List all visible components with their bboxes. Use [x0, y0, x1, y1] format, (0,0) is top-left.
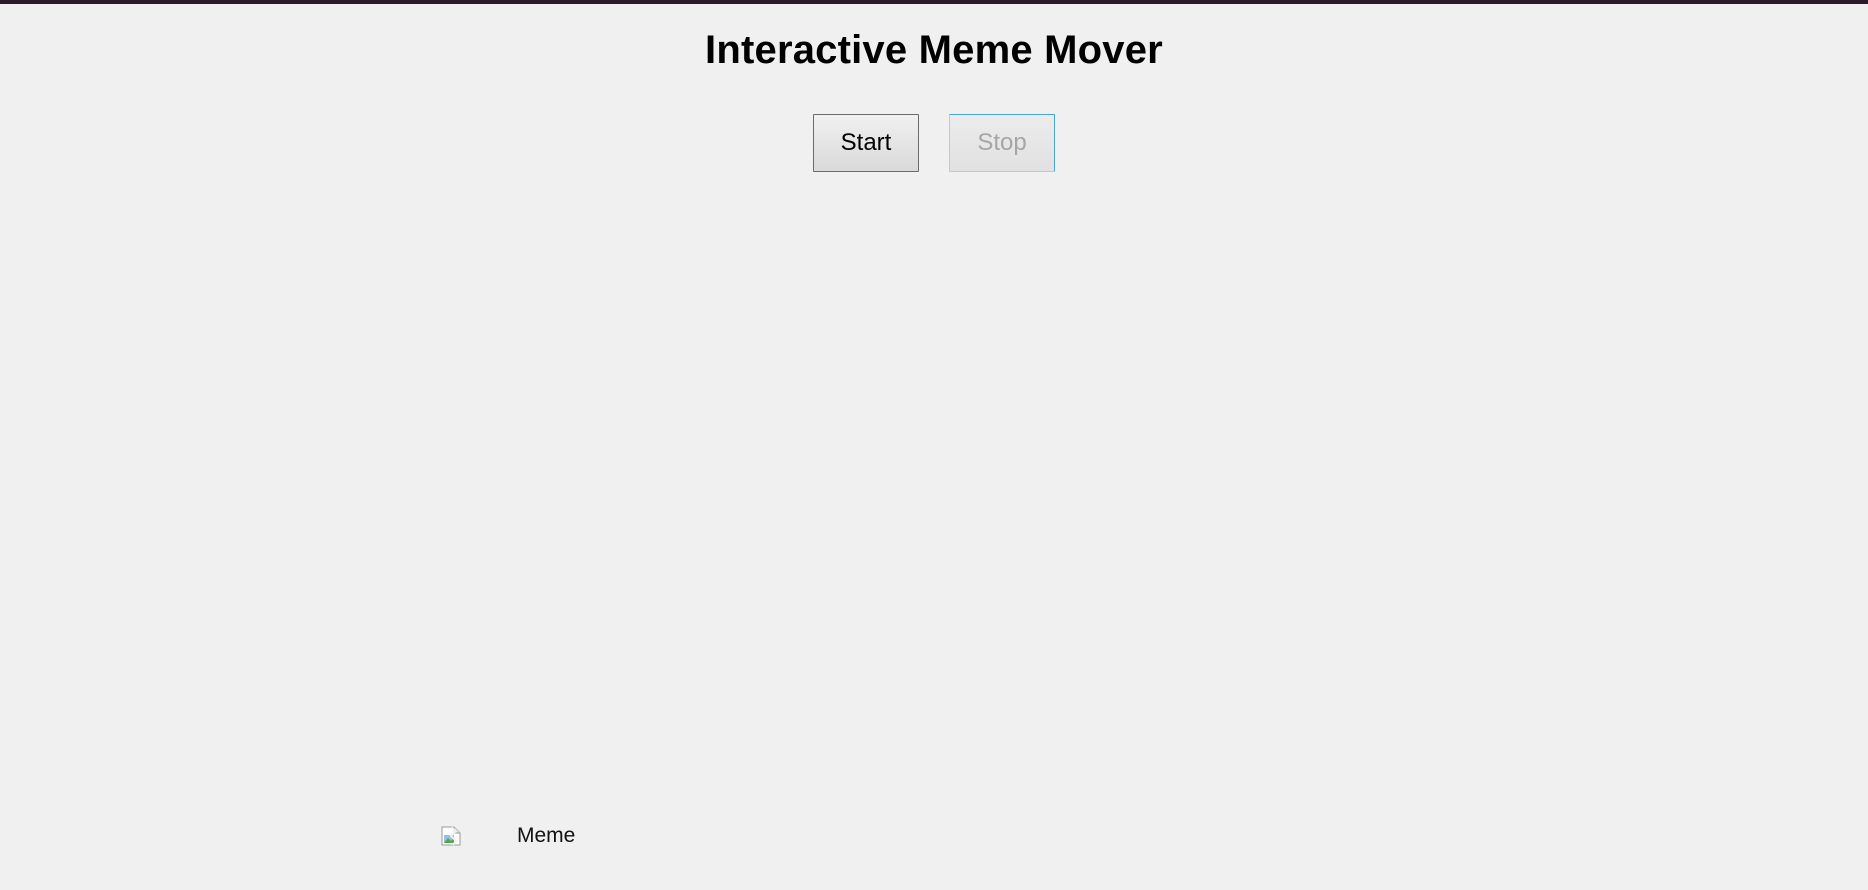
start-button[interactable]: Start: [813, 114, 919, 172]
meme-alt-text: Meme: [517, 824, 576, 847]
window-top-bar: [0, 0, 1868, 4]
meme-image[interactable]: Meme: [441, 824, 575, 848]
broken-image-icon: [441, 826, 461, 846]
page-title: Interactive Meme Mover: [705, 28, 1163, 72]
stop-button[interactable]: Stop: [949, 114, 1055, 172]
control-bar: Start Stop: [0, 114, 1868, 172]
